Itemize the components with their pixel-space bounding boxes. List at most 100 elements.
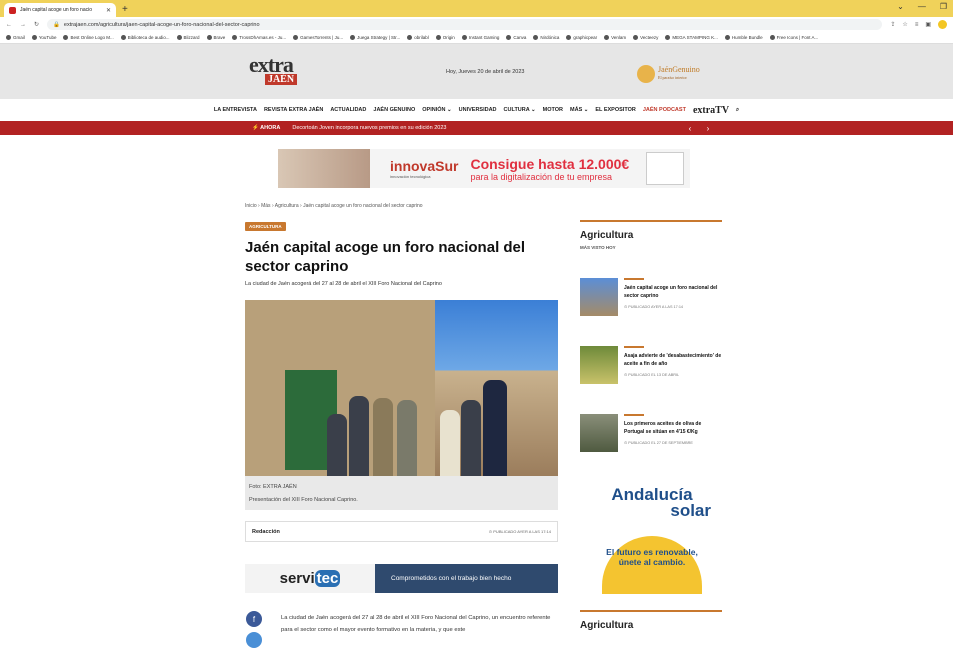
bookmark-item[interactable]: Vecteezy xyxy=(633,35,658,40)
nav-item[interactable]: REVISTA EXTRA JAÉN xyxy=(264,107,323,113)
chevron-down-icon[interactable]: ⌄ xyxy=(897,2,904,11)
jaen-genuino-logo[interactable]: JaénGenuino El paraíso interior xyxy=(637,63,723,85)
bookmark-icon xyxy=(206,35,212,40)
bookmark-item[interactable]: Instant Gaming xyxy=(461,35,499,40)
bookmark-item[interactable]: Brave xyxy=(206,35,226,40)
nav-item[interactable]: UNIVERSIDAD xyxy=(459,107,497,113)
bookmark-item[interactable]: GamesTorrents | Ju... xyxy=(293,35,343,40)
bookmark-item[interactable]: Nirdónica xyxy=(533,35,559,40)
ad-photo xyxy=(278,149,370,188)
avatar[interactable] xyxy=(938,20,947,29)
bookmark-label: Nirdónica xyxy=(540,35,560,40)
sidebar-section-2: Agricultura xyxy=(580,610,722,631)
servitec-ad[interactable]: servi tec Comprometidos con el trabajo bi… xyxy=(245,564,558,593)
reload-icon[interactable]: ↻ xyxy=(34,21,39,28)
restore-icon[interactable]: ❐ xyxy=(940,2,947,11)
sidebar-article[interactable]: Asaja advierte de 'desabastecimiento' de… xyxy=(580,346,722,384)
browser-tab[interactable]: Jaén capital acoge un foro nacio ✕ xyxy=(4,3,116,17)
bookmark-item[interactable]: Juega Strategy | Str... xyxy=(350,35,400,40)
back-icon[interactable]: ← xyxy=(6,22,12,28)
photo-caption: Presentación del XIII Foro Nacional Capr… xyxy=(249,497,358,503)
nav-item[interactable]: LA ENTREVISTA xyxy=(214,107,257,113)
article-photo[interactable] xyxy=(245,300,558,476)
bookmark-label: Canva xyxy=(513,35,527,40)
sidebar: Agricultura MÁS VISTO HOY xyxy=(580,220,722,250)
url-field[interactable]: 🔒 extrajaen.com/agricultura/jaen-capital… xyxy=(47,19,883,30)
nav-item[interactable]: CULTURA ⌄ xyxy=(504,107,536,113)
nav-item[interactable]: MÁS ⌄ xyxy=(570,107,588,113)
publish-date: ⊙ PUBLICADO AYER A LAS 17:14 xyxy=(488,529,551,534)
nav-item[interactable]: OPINIÓN ⌄ xyxy=(422,107,451,113)
lock-icon: 🔒 xyxy=(53,21,60,28)
sidebar-article[interactable]: Los primeros aceites de oliva de Portuga… xyxy=(580,414,722,452)
bookmark-item[interactable]: YouTube xyxy=(31,35,56,40)
sidebar-article[interactable]: Jaén capital acoge un foro nacional del … xyxy=(580,278,722,316)
bookmark-label: Brave xyxy=(213,35,226,40)
site-logo[interactable]: extra JAÉN xyxy=(249,52,297,85)
sidebar-title: Agricultura xyxy=(580,230,634,241)
tab-title: Jaén capital acoge un foro nacio xyxy=(20,7,92,13)
ad-badge xyxy=(646,152,684,185)
ticker-next-icon[interactable]: › xyxy=(702,122,714,134)
bookmark-item[interactable]: TrossDhAmas.es - Ju... xyxy=(232,35,286,40)
minimize-icon[interactable]: — xyxy=(918,2,926,11)
person-figure xyxy=(461,400,481,476)
ticker-prev-icon[interactable]: ‹ xyxy=(684,122,696,134)
search-icon[interactable]: ⌕ xyxy=(736,107,739,114)
bookmark-icon xyxy=(435,35,441,40)
bookmark-icon xyxy=(633,35,639,40)
forward-icon[interactable]: → xyxy=(20,22,26,28)
extra-tv-link[interactable]: extraTV xyxy=(693,105,729,116)
podcast-link[interactable]: JAÉN PODCAST xyxy=(643,107,686,113)
category-badge[interactable]: AGRICULTURA xyxy=(245,222,286,231)
bookmark-label: obrilabl xyxy=(414,35,429,40)
sidebar-subtitle: MÁS VISTO HOY xyxy=(580,245,616,250)
breadcrumb[interactable]: Inicio › Más › Agricultura › Jaén capita… xyxy=(245,203,423,209)
news-ticker: ⚡ AHORA Decortoán Joven incorpora nuevos… xyxy=(0,121,953,135)
author-name[interactable]: Redacción xyxy=(252,529,280,535)
bookmark-item[interactable]: Venlam xyxy=(604,35,626,40)
close-tab-icon[interactable]: ✕ xyxy=(106,7,111,14)
bookmark-item[interactable]: Humble Bundle xyxy=(724,35,763,40)
bookmark-item[interactable]: Origin xyxy=(435,35,455,40)
bookmark-icon xyxy=(506,35,512,40)
bookmark-item[interactable]: graphicpear xyxy=(566,35,597,40)
bookmark-item[interactable]: Blizzard xyxy=(176,35,200,40)
nav-item[interactable]: ACTUALIDAD xyxy=(330,107,366,113)
bookmark-icon xyxy=(6,35,11,40)
nav-item[interactable]: EL EXPOSITOR xyxy=(595,107,635,113)
bookmark-item[interactable]: Free Icons | Font A... xyxy=(769,35,818,40)
nav-item[interactable]: MOTOR xyxy=(543,107,563,113)
bookmark-label: Juega Strategy | Str... xyxy=(357,35,401,40)
andalucia-solar-ad[interactable]: Andalucía solar El futuro es renovable, … xyxy=(587,485,717,594)
main-nav: LA ENTREVISTA REVISTA EXTRA JAÉN ACTUALI… xyxy=(0,99,953,121)
bookmark-icon xyxy=(31,35,37,40)
sidepanel-icon[interactable]: ▣ xyxy=(925,21,931,28)
bookmark-item[interactable]: Best Online Logo M... xyxy=(63,35,114,40)
bookmark-item[interactable]: obrilabl xyxy=(407,35,429,40)
photo-caption-box: Foto: EXTRA JAÉN Presentación del XIII F… xyxy=(245,476,558,510)
bookmark-item[interactable]: Gmail xyxy=(6,35,25,40)
header-date: Hoy, Jueves 20 de abril de 2023 xyxy=(446,69,525,75)
star-icon[interactable]: ☆ xyxy=(902,21,907,28)
servitec-brand-tail: tec xyxy=(314,570,341,587)
bookmark-label: Biblioteca de audio... xyxy=(127,35,170,40)
nav-item[interactable]: JAÉN GENUINO xyxy=(373,107,415,113)
new-tab-icon[interactable]: + xyxy=(122,4,128,15)
bookmark-item[interactable]: Canva xyxy=(506,35,526,40)
innovasur-ad-banner[interactable]: innovaSur innovación tecnológica Consigue… xyxy=(278,149,690,188)
article-body: La ciudad de Jaén acogerá del 27 al 28 d… xyxy=(281,615,551,633)
ticker-headline[interactable]: Decortoán Joven incorpora nuevos premios… xyxy=(292,125,446,131)
bookmark-label: GamesTorrents | Ju... xyxy=(300,35,344,40)
ad-headline: Consigue hasta 12.000€ xyxy=(470,155,630,172)
share-icon[interactable]: ⇪ xyxy=(890,21,895,28)
sidebar-title-2: Agricultura xyxy=(580,620,634,631)
bookmark-icon xyxy=(176,35,182,40)
bookmark-item[interactable]: Biblioteca de audio... xyxy=(120,35,170,40)
extensions-icon[interactable]: ≡ xyxy=(915,22,919,28)
bookmark-icon xyxy=(604,35,610,40)
bookmark-item[interactable]: MEGA STAMPING K... xyxy=(665,35,718,40)
twitter-share-icon[interactable] xyxy=(246,632,262,648)
facebook-share-icon[interactable]: f xyxy=(246,611,262,627)
bookmark-label: graphicpear xyxy=(573,35,598,40)
